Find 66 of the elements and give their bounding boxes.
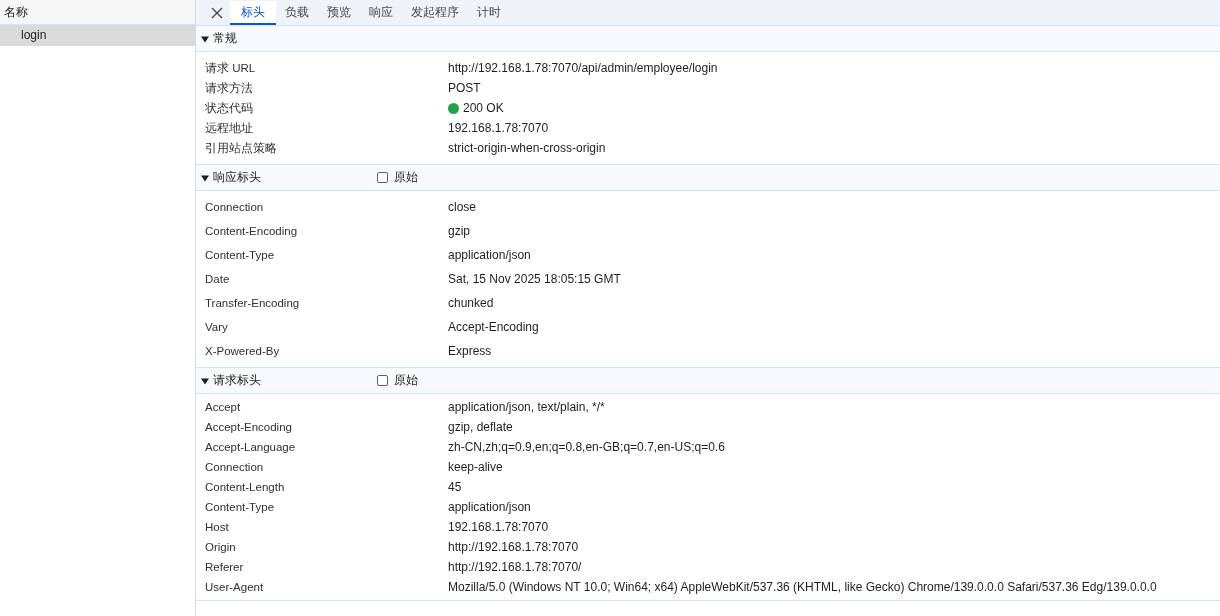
header-value: keep-alive xyxy=(448,460,503,474)
header-value: application/json, text/plain, */* xyxy=(448,400,605,414)
tab[interactable]: 负载 xyxy=(276,1,318,25)
section-header[interactable]: 响应标头 原始 xyxy=(196,165,1220,191)
header-value: application/json xyxy=(448,248,531,262)
triangle-icon[interactable] xyxy=(201,34,209,43)
header-value: http://192.168.1.78:7070/api/admin/employee/login xyxy=(448,61,718,75)
header-name: 状态代码 xyxy=(204,100,254,116)
tab[interactable]: 预览 xyxy=(318,1,360,25)
header-value: Mozilla/5.0 (Windows NT 10.0; Win64; x64) AppleWebKit/537.36 (KHTML, like Gecko) Chrome/139.0.0.0 Safari/537.36 Edg/139.0.0.0 xyxy=(448,580,1157,594)
header-name: Referer xyxy=(204,561,245,573)
section-header[interactable]: 请求标头 原始 xyxy=(196,368,1220,394)
header-name: 远程地址 xyxy=(204,120,254,136)
header-value: gzip xyxy=(448,224,470,238)
header-value: Accept-Encoding xyxy=(448,320,539,334)
header-value: close xyxy=(448,200,476,214)
header-name: Content-Length xyxy=(204,481,286,493)
triangle-icon[interactable] xyxy=(201,376,209,385)
header-name: Content-Type xyxy=(204,501,276,513)
tab[interactable]: 计时 xyxy=(468,1,510,25)
header-value: 192.168.1.78:7070 xyxy=(448,520,549,534)
request-list-item[interactable]: login xyxy=(0,25,195,46)
section-title: 请求标头 xyxy=(213,372,262,389)
header-value: 45 xyxy=(448,480,462,494)
header-name: Accept xyxy=(204,401,242,413)
triangle-icon[interactable] xyxy=(201,173,209,182)
header-name: Connection xyxy=(204,461,265,473)
header-name: 请求方法 xyxy=(204,80,254,96)
header-name: Transfer-Encoding xyxy=(204,297,301,309)
header-value: Express xyxy=(448,344,492,358)
header-name: 引用站点策略 xyxy=(204,140,278,156)
tab[interactable]: 响应 xyxy=(360,1,402,25)
header-name: Content-Type xyxy=(204,249,276,261)
header-name: Origin xyxy=(204,541,237,553)
header-name: 请求 URL xyxy=(204,60,257,76)
tab[interactable]: 发起程序 xyxy=(402,1,468,25)
header-name: Date xyxy=(204,273,231,285)
header-value: http://192.168.1.78:7070 xyxy=(448,540,579,554)
header-name: User-Agent xyxy=(204,581,265,593)
header-value: strict-origin-when-cross-origin xyxy=(448,141,606,155)
header-value: POST xyxy=(448,81,481,95)
name-column-header: 名称 xyxy=(0,0,195,25)
header-value: http://192.168.1.78:7070/ xyxy=(448,560,582,574)
raw-label: 原始 xyxy=(394,372,418,389)
header-value: chunked xyxy=(448,296,494,310)
header-value: zh-CN,zh;q=0.9,en;q=0.8,en-GB;q=0.7,en-US;q=0.6 xyxy=(448,440,725,454)
header-name: Accept-Language xyxy=(204,441,297,453)
raw-label: 原始 xyxy=(394,169,418,186)
raw-checkbox[interactable] xyxy=(377,172,388,183)
header-name: Connection xyxy=(204,201,265,213)
header-value: gzip, deflate xyxy=(448,420,513,434)
header-name: X-Powered-By xyxy=(204,345,281,357)
section-title: 常规 xyxy=(213,30,238,47)
section-header[interactable]: 常规 xyxy=(196,26,1220,52)
raw-checkbox[interactable] xyxy=(377,375,388,386)
tab[interactable]: 标头 xyxy=(230,1,276,25)
header-value: 192.168.1.78:7070 xyxy=(448,121,549,135)
header-name: Host xyxy=(204,521,230,533)
section-title: 响应标头 xyxy=(213,169,262,186)
header-value: Sat, 15 Nov 2025 18:05:15 GMT xyxy=(448,272,621,286)
header-value: 200 OK xyxy=(463,101,504,115)
header-name: Content-Encoding xyxy=(204,225,299,237)
header-value: application/json xyxy=(448,500,531,514)
header-name: Accept-Encoding xyxy=(204,421,293,433)
close-icon[interactable] xyxy=(211,6,223,19)
header-name: Vary xyxy=(204,321,229,333)
